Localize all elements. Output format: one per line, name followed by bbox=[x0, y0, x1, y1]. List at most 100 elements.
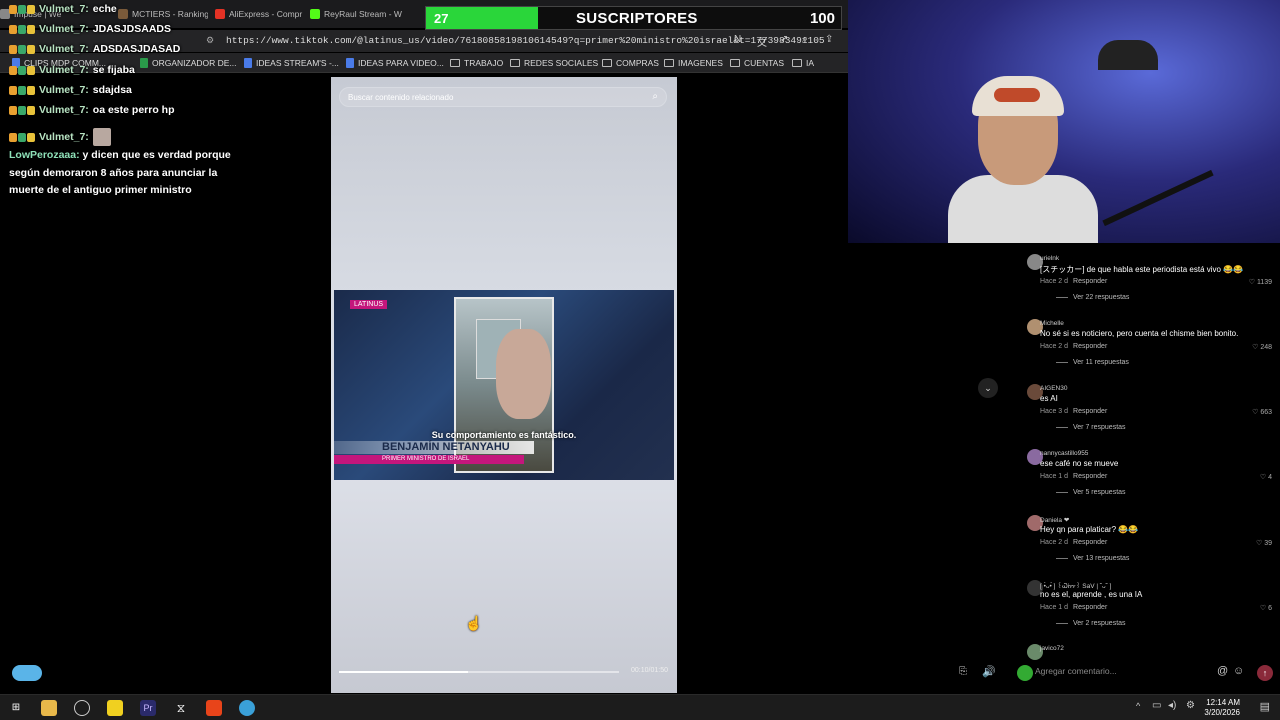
bookmark-label: IDEAS PARA VIDEO... bbox=[358, 58, 444, 68]
likes-count: 1139 bbox=[1256, 279, 1272, 286]
sticky-notes-icon[interactable] bbox=[107, 700, 123, 716]
comment-age: Hace 2 d bbox=[1040, 343, 1069, 350]
tab-label: ReyRaul Stream - W bbox=[324, 9, 402, 19]
view-replies-button[interactable]: Ver 2 respuestas bbox=[1056, 620, 1126, 627]
bookmark-item[interactable]: IMAGENES bbox=[664, 58, 723, 68]
heart-icon[interactable]: ♡ bbox=[1260, 474, 1268, 481]
bookmark-item[interactable]: COMPRAS bbox=[602, 58, 659, 68]
comment-text: es AI bbox=[1040, 394, 1058, 403]
comment-likes[interactable]: ♡ 4 bbox=[1260, 473, 1272, 481]
reply-button[interactable]: Responder bbox=[1073, 604, 1107, 611]
bookmark-item[interactable]: REDES SOCIALES bbox=[510, 58, 598, 68]
share-icon[interactable]: ⇪ bbox=[825, 34, 833, 45]
folder-icon bbox=[450, 59, 460, 67]
comment-username[interactable]: urielnk bbox=[1040, 255, 1059, 262]
network-icon[interactable]: ▭ bbox=[1152, 700, 1161, 711]
view-replies-button[interactable]: Ver 22 respuestas bbox=[1056, 294, 1129, 301]
comment-username[interactable]: javico72 bbox=[1040, 645, 1064, 652]
likes-count: 4 bbox=[1268, 474, 1272, 481]
comment-input[interactable]: Agregar comentario... bbox=[1035, 666, 1117, 676]
badge-icon bbox=[18, 24, 26, 34]
bookmark-item[interactable]: IDEAS PARA VIDEO... bbox=[346, 58, 444, 68]
chat-line: Vulmet_7: se fijaba bbox=[9, 64, 135, 76]
search-icon[interactable]: ⌕ bbox=[652, 91, 658, 102]
bookmark-item[interactable]: CUENTAS bbox=[730, 58, 784, 68]
translate-icon[interactable]: 文 bbox=[757, 34, 767, 49]
bookmark-item[interactable]: IA bbox=[792, 58, 814, 68]
capcut-icon[interactable]: ⧖ bbox=[173, 700, 189, 716]
subscriber-label: SUSCRIPTORES bbox=[576, 10, 698, 27]
chat-message-text: eche bbox=[92, 3, 117, 15]
chat-username: Vulmet_7: bbox=[39, 3, 89, 15]
badge-icon bbox=[18, 105, 26, 115]
chat-message-text: sdajdsa bbox=[92, 84, 132, 96]
heart-icon[interactable]: ♡ bbox=[1249, 279, 1257, 286]
chat-username: Vulmet_7: bbox=[39, 23, 89, 35]
emoji-icon[interactable]: ☺ bbox=[1233, 665, 1244, 677]
comment-meta: Hace 1 d Responder bbox=[1040, 473, 1107, 480]
view-replies-button[interactable]: Ver 5 respuestas bbox=[1056, 489, 1126, 496]
view-replies-button[interactable]: Ver 7 respuestas bbox=[1056, 424, 1126, 431]
windows-start-icon[interactable]: ⊞ bbox=[8, 700, 24, 716]
tiktok-video-panel[interactable]: Buscar contenido relacionado ⌕ LATINUS S… bbox=[331, 77, 677, 693]
streamer-shirt bbox=[948, 175, 1098, 243]
obs-icon[interactable] bbox=[74, 700, 90, 716]
related-search-input[interactable]: Buscar contenido relacionado ⌕ bbox=[339, 87, 667, 107]
view-replies-button[interactable]: Ver 11 respuestas bbox=[1056, 359, 1129, 366]
send-icon[interactable]: ↑ bbox=[1257, 665, 1273, 681]
comment-likes[interactable]: ♡ 663 bbox=[1252, 408, 1272, 416]
comment-age: Hace 3 d bbox=[1040, 408, 1069, 415]
heart-icon[interactable]: ♡ bbox=[1260, 605, 1268, 612]
chat-badges bbox=[9, 4, 35, 14]
comment-username[interactable]: AIGEN30 bbox=[1040, 385, 1067, 392]
bookmark-item[interactable]: IDEAS STREAM'S -... bbox=[244, 58, 339, 68]
reader-icon[interactable]: N bbox=[734, 34, 741, 45]
comment-likes[interactable]: ♡ 248 bbox=[1252, 343, 1272, 351]
chat-line: Vulmet_7: ADSDASJDASAD bbox=[9, 43, 180, 55]
reply-button[interactable]: Responder bbox=[1073, 408, 1107, 415]
bookmark-item[interactable]: TRABAJO bbox=[450, 58, 503, 68]
view-replies-button[interactable]: Ver 13 respuestas bbox=[1056, 555, 1129, 562]
clock-date[interactable]: 3/20/2026 bbox=[1204, 708, 1240, 717]
bookmark-label: COMPRAS bbox=[616, 58, 659, 68]
comment-username[interactable]: Michelle bbox=[1040, 320, 1064, 327]
video-progress-bar[interactable] bbox=[339, 671, 619, 673]
comment-likes[interactable]: ♡ 6 bbox=[1260, 604, 1272, 612]
chevron-down-icon[interactable]: ⌄ bbox=[978, 378, 998, 398]
badge-icon bbox=[18, 65, 26, 75]
settings-icon[interactable]: ⚙ bbox=[1186, 700, 1195, 711]
discord-icon bbox=[12, 665, 42, 681]
reply-button[interactable]: Responder bbox=[1073, 343, 1107, 350]
clock-time[interactable]: 12:14 AM bbox=[1206, 698, 1240, 707]
brave-browser-icon[interactable] bbox=[206, 700, 222, 716]
comment-item: Michelle No sé si es noticiero, pero cuen… bbox=[1016, 315, 1280, 377]
comment-username[interactable]: nannycastillo955 bbox=[1040, 450, 1088, 457]
badge-icon bbox=[27, 44, 35, 54]
file-explorer-icon[interactable] bbox=[41, 700, 57, 716]
premiere-icon[interactable]: Pr bbox=[140, 700, 156, 716]
search-icon[interactable]: ⌕ bbox=[802, 33, 808, 46]
edge-icon[interactable] bbox=[239, 700, 255, 716]
comment-likes[interactable]: ♡ 39 bbox=[1256, 539, 1272, 547]
comment-item: [ •̀ᴗ•́ ] ꒰Ꮗiꭹꭹ꒱ SaV | ˘ᴗ˘ ] no es el, ap… bbox=[1016, 576, 1280, 638]
video-frame[interactable]: LATINUS Su comportamiento es fantástico.… bbox=[334, 290, 674, 480]
chat-emote-image bbox=[92, 128, 111, 146]
comment-username[interactable]: Daniela ❤ bbox=[1040, 516, 1069, 524]
reply-button[interactable]: Responder bbox=[1073, 473, 1107, 480]
report-icon[interactable]: ⎘ bbox=[959, 666, 967, 677]
browser-tab[interactable]: ReyRaul Stream - W bbox=[310, 5, 405, 23]
speaker-icon[interactable]: ◂) bbox=[1168, 700, 1176, 711]
comment-likes[interactable]: ♡ 1139 bbox=[1249, 278, 1272, 286]
folder-icon bbox=[792, 59, 802, 67]
mention-icon[interactable]: @ bbox=[1217, 665, 1228, 677]
open-external-icon[interactable]: ↗ bbox=[780, 34, 788, 45]
heart-icon[interactable]: ♡ bbox=[1256, 540, 1264, 547]
badge-icon bbox=[9, 4, 17, 14]
reply-button[interactable]: Responder bbox=[1073, 539, 1107, 546]
notification-icon[interactable]: ▤ bbox=[1260, 700, 1270, 713]
volume-icon[interactable]: 🔊 bbox=[982, 665, 996, 678]
reply-button[interactable]: Responder bbox=[1073, 278, 1107, 285]
folder-icon bbox=[602, 59, 612, 67]
comment-text: No sé si es noticiero, pero cuenta el ch… bbox=[1040, 329, 1239, 338]
tray-chevron-icon[interactable]: ^ bbox=[1136, 701, 1140, 711]
